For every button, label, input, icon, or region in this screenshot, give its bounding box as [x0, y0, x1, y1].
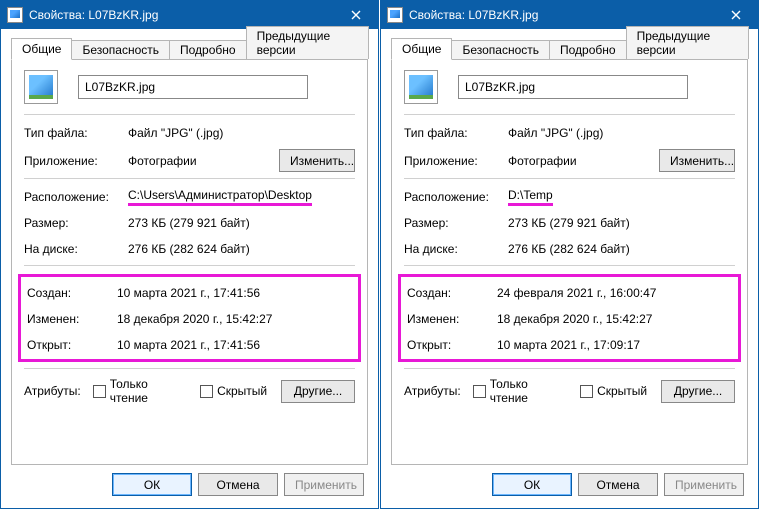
titlebar[interactable]: Свойства: L07BzKR.jpg: [1, 1, 378, 29]
accessed-value: 10 марта 2021 г., 17:41:56: [117, 338, 352, 352]
location-value: C:\Users\Администратор\Desktop: [128, 188, 355, 206]
close-button[interactable]: [334, 1, 378, 29]
filename-input[interactable]: [458, 75, 688, 99]
tab-panel-general: Тип файла: Файл "JPG" (.jpg) Приложение:…: [11, 59, 368, 465]
client-area: Общие Безопасность Подробно Предыдущие в…: [1, 29, 378, 508]
tab-strip: Общие Безопасность Подробно Предыдущие в…: [11, 35, 368, 59]
disk-label: На диске:: [404, 242, 508, 256]
tab-general[interactable]: Общие: [11, 38, 72, 60]
attributes-label: Атрибуты:: [404, 384, 473, 398]
hidden-checkbox[interactable]: Скрытый: [580, 384, 647, 398]
attributes-label: Атрибуты:: [24, 384, 93, 398]
tab-security[interactable]: Безопасность: [71, 40, 170, 59]
disk-value: 276 КБ (282 624 байт): [128, 242, 355, 256]
change-app-button[interactable]: Изменить...: [279, 149, 355, 172]
window-icon: [7, 7, 23, 23]
hidden-checkbox-label: Скрытый: [217, 384, 267, 398]
dates-highlight-frame: Создан: 24 февраля 2021 г., 16:00:47 Изм…: [398, 274, 741, 362]
accessed-value: 10 марта 2021 г., 17:09:17: [497, 338, 732, 352]
readonly-checkbox[interactable]: Только чтение: [473, 377, 566, 405]
filetype-value: Файл "JPG" (.jpg): [128, 126, 355, 140]
created-value: 24 февраля 2021 г., 16:00:47: [497, 286, 732, 300]
app-value: Фотографии: [128, 154, 279, 168]
modified-value: 18 декабря 2020 г., 15:42:27: [497, 312, 732, 326]
cancel-button[interactable]: Отмена: [198, 473, 278, 496]
accessed-label: Открыт:: [407, 338, 497, 352]
tab-security[interactable]: Безопасность: [451, 40, 550, 59]
location-label: Расположение:: [404, 190, 508, 204]
dates-highlight-frame: Создан: 10 марта 2021 г., 17:41:56 Измен…: [18, 274, 361, 362]
location-label: Расположение:: [24, 190, 128, 204]
created-label: Создан:: [27, 286, 117, 300]
dialog-buttons: ОК Отмена Применить: [391, 465, 748, 498]
window-icon: [387, 7, 403, 23]
size-label: Размер:: [404, 216, 508, 230]
location-value: D:\Temp: [508, 188, 735, 206]
tab-general[interactable]: Общие: [391, 38, 452, 60]
filetype-label: Тип файла:: [404, 126, 508, 140]
close-button[interactable]: [714, 1, 758, 29]
properties-window: Свойства: L07BzKR.jpg Общие Безопасность…: [380, 0, 759, 509]
tab-strip: Общие Безопасность Подробно Предыдущие в…: [391, 35, 748, 59]
window-title: Свойства: L07BzKR.jpg: [29, 8, 334, 22]
apply-button[interactable]: Применить: [664, 473, 744, 496]
created-label: Создан:: [407, 286, 497, 300]
modified-value: 18 декабря 2020 г., 15:42:27: [117, 312, 352, 326]
accessed-label: Открыт:: [27, 338, 117, 352]
app-value: Фотографии: [508, 154, 659, 168]
size-value: 273 КБ (279 921 байт): [128, 216, 355, 230]
filename-input[interactable]: [78, 75, 308, 99]
tab-details[interactable]: Подробно: [169, 40, 247, 59]
filetype-label: Тип файла:: [24, 126, 128, 140]
hidden-checkbox[interactable]: Скрытый: [200, 384, 267, 398]
dialog-buttons: ОК Отмена Применить: [11, 465, 368, 498]
modified-label: Изменен:: [407, 312, 497, 326]
window-title: Свойства: L07BzKR.jpg: [409, 8, 714, 22]
cancel-button[interactable]: Отмена: [578, 473, 658, 496]
size-label: Размер:: [24, 216, 128, 230]
file-type-icon: [24, 70, 58, 104]
app-label: Приложение:: [24, 154, 128, 168]
apply-button[interactable]: Применить: [284, 473, 364, 496]
tab-previous-versions[interactable]: Предыдущие версии: [626, 26, 749, 59]
file-type-icon: [404, 70, 438, 104]
other-attributes-button[interactable]: Другие...: [661, 380, 735, 403]
readonly-checkbox-label: Только чтение: [490, 377, 566, 405]
titlebar[interactable]: Свойства: L07BzKR.jpg: [381, 1, 758, 29]
disk-label: На диске:: [24, 242, 128, 256]
disk-value: 276 КБ (282 624 байт): [508, 242, 735, 256]
filetype-value: Файл "JPG" (.jpg): [508, 126, 735, 140]
ok-button[interactable]: ОК: [112, 473, 192, 496]
tab-details[interactable]: Подробно: [549, 40, 627, 59]
other-attributes-button[interactable]: Другие...: [281, 380, 355, 403]
app-label: Приложение:: [404, 154, 508, 168]
readonly-checkbox[interactable]: Только чтение: [93, 377, 186, 405]
tab-previous-versions[interactable]: Предыдущие версии: [246, 26, 369, 59]
properties-window: Свойства: L07BzKR.jpg Общие Безопасность…: [0, 0, 379, 509]
client-area: Общие Безопасность Подробно Предыдущие в…: [381, 29, 758, 508]
readonly-checkbox-label: Только чтение: [110, 377, 186, 405]
hidden-checkbox-label: Скрытый: [597, 384, 647, 398]
tab-panel-general: Тип файла: Файл "JPG" (.jpg) Приложение:…: [391, 59, 748, 465]
created-value: 10 марта 2021 г., 17:41:56: [117, 286, 352, 300]
change-app-button[interactable]: Изменить...: [659, 149, 735, 172]
size-value: 273 КБ (279 921 байт): [508, 216, 735, 230]
modified-label: Изменен:: [27, 312, 117, 326]
ok-button[interactable]: ОК: [492, 473, 572, 496]
